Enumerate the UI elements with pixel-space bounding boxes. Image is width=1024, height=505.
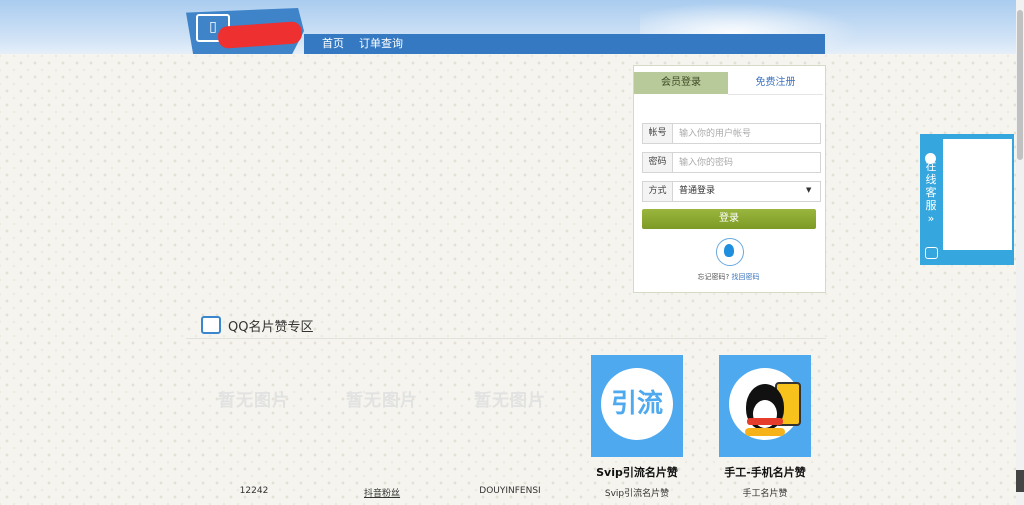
tab-member-login[interactable]: 会员登录 (634, 72, 728, 94)
product-image-manual[interactable] (719, 355, 811, 457)
password-input[interactable] (673, 152, 821, 173)
nav-orders[interactable]: 订单查询 (359, 34, 403, 54)
scrollbar-bottom-block (1016, 470, 1024, 492)
login-method-select[interactable]: 普通登录 (673, 181, 821, 202)
qq-penguin-icon (724, 244, 734, 257)
placeholder-text: 暂无图片 (474, 391, 546, 411)
service-panel (943, 139, 1012, 250)
product-caption[interactable]: 抖音粉丝 (322, 486, 442, 499)
tab-free-register[interactable]: 免费注册 (728, 72, 823, 95)
section-title: QQ名片赞专区 (228, 320, 314, 335)
placeholder-text: 暂无图片 (346, 391, 418, 411)
phone-icon (925, 247, 938, 259)
login-button[interactable]: 登录 (642, 209, 816, 229)
password-label: 密码 (642, 152, 673, 173)
account-input[interactable] (673, 123, 821, 144)
forgot-password-row: 忘记密码? 找回密码 (633, 272, 824, 282)
nav-home[interactable]: 首页 (322, 34, 344, 54)
product-caption[interactable]: 手工名片赞 (705, 486, 825, 499)
wallet-icon (201, 316, 221, 334)
recover-password-link[interactable]: 找回密码 (731, 273, 759, 281)
account-label: 帐号 (642, 123, 673, 144)
no-image-placeholder[interactable]: 暂无图片 (336, 388, 428, 480)
dropdown-arrow-icon: ▼ (806, 186, 812, 194)
penguin-feet (745, 428, 785, 436)
image-circle: 引流 (601, 368, 673, 440)
no-image-placeholder[interactable]: 暂无图片 (464, 388, 556, 480)
product-title[interactable]: Svip引流名片赞 (577, 464, 697, 480)
online-service-label[interactable]: 在线客服 » (922, 160, 940, 225)
image-circle (729, 368, 801, 440)
section-divider (186, 338, 826, 339)
penguin-scarf (747, 418, 783, 425)
placeholder-text: 暂无图片 (218, 391, 290, 411)
image-text: 引流 (610, 389, 663, 419)
method-label: 方式 (642, 181, 673, 202)
expand-arrow-icon: » (927, 212, 935, 225)
product-title[interactable]: 手工-手机名片赞 (705, 464, 825, 480)
product-caption[interactable]: 12242 (194, 486, 314, 496)
online-service-text: 在线客服 (925, 160, 937, 212)
scrollbar-thumb[interactable] (1017, 10, 1023, 160)
product-image-svip[interactable]: 引流 (591, 355, 683, 457)
product-caption[interactable]: DOUYINFENSI (450, 486, 570, 496)
product-caption[interactable]: Svip引流名片赞 (577, 486, 697, 499)
no-image-placeholder[interactable]: 暂无图片 (208, 388, 300, 480)
forgot-password-text: 忘记密码? (697, 273, 730, 281)
